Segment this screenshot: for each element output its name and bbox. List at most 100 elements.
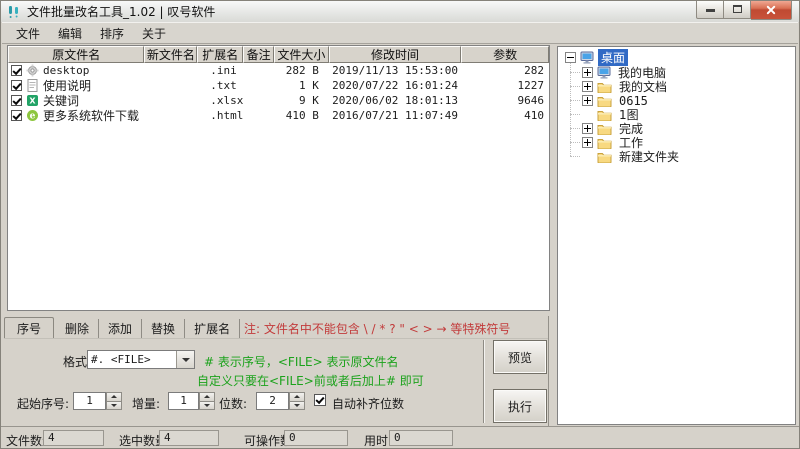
close-button[interactable] [751, 1, 792, 20]
text-file-icon [26, 79, 39, 92]
col-note[interactable]: 备注 [243, 46, 274, 63]
svg-text:e: e [30, 112, 36, 122]
folder-icon [597, 109, 612, 121]
spin-down-icon[interactable] [106, 402, 122, 411]
expand-icon[interactable] [582, 67, 593, 78]
col-modified[interactable]: 修改时间 [329, 46, 462, 63]
tab-xuhao[interactable]: 序号 [4, 317, 54, 339]
row-checkbox[interactable] [11, 80, 22, 91]
folder-tree: 桌面 我的电脑 我的文档 0 [557, 46, 796, 425]
digits-input[interactable]: 2 [256, 392, 289, 410]
folder-icon [597, 137, 612, 149]
tab-shanchu[interactable]: 删除 [56, 319, 99, 338]
row-checkbox[interactable] [11, 65, 22, 76]
increment-label: 增量: [132, 395, 160, 412]
panel-divider [483, 340, 484, 423]
table-row[interactable]: desktop .ini 282 B 2019/11/13 15:53:00 2… [8, 63, 549, 78]
app-icon [7, 5, 21, 19]
maximize-button[interactable] [724, 1, 751, 19]
spin-down-icon[interactable] [289, 402, 305, 411]
table-row[interactable]: X 关键词 .xlsx 9 K 2020/06/02 18:01:13 9646 [8, 93, 549, 108]
start-number-label: 起始序号: [17, 395, 69, 412]
menu-file[interactable]: 文件 [7, 23, 49, 44]
spin-up-icon[interactable] [106, 392, 122, 402]
param-cell: 282 [461, 64, 549, 77]
tree-item-new-folder[interactable]: 新建文件夹 [558, 149, 795, 164]
rename-tabs: 序号 删除 添加 替换 扩展名 [4, 316, 240, 338]
execute-button[interactable]: 执行 [493, 389, 547, 423]
tab-tihuan[interactable]: 替换 [142, 319, 185, 338]
svg-text:X: X [29, 97, 36, 106]
modified-cell: 2020/07/22 16:01:24 [329, 79, 461, 92]
panel-divider [4, 338, 548, 339]
dropdown-button[interactable] [176, 351, 194, 368]
start-number-stepper[interactable] [106, 392, 122, 410]
collapse-icon[interactable] [565, 52, 576, 63]
ext-cell: .xlsx [197, 94, 243, 107]
excel-file-icon: X [26, 94, 39, 107]
chevron-down-icon [182, 358, 190, 362]
table-row[interactable]: 使用说明 .txt 1 K 2020/07/22 16:01:24 1227 [8, 78, 549, 93]
format-dropdown[interactable]: #. <FILE> [87, 350, 195, 369]
increment-input[interactable]: 1 [168, 392, 199, 410]
ext-cell: .ini [197, 64, 243, 77]
ini-file-icon [26, 64, 39, 77]
autopad-checkbox[interactable] [314, 394, 326, 406]
selected-count-value: 4 [159, 430, 219, 446]
expand-icon[interactable] [582, 81, 593, 92]
expand-icon[interactable] [582, 137, 593, 148]
app-window: 文件批量改名工具_1.02 | 叹号软件 文件 编辑 排序 关于 原文件名 新文… [0, 0, 800, 449]
size-cell: 282 B [274, 64, 329, 77]
tree-item-1tu[interactable]: 1图 [558, 107, 795, 122]
col-param[interactable]: 参数 [461, 46, 549, 63]
window-title: 文件批量改名工具_1.02 | 叹号软件 [27, 3, 215, 20]
table-header: 原文件名 新文件名 扩展名 备注 文件大小 修改时间 参数 [8, 46, 549, 63]
digits-label: 位数: [219, 395, 247, 412]
modified-cell: 2016/07/21 11:07:49 [329, 109, 461, 122]
start-number-input[interactable]: 1 [73, 392, 106, 410]
spin-down-icon[interactable] [199, 402, 215, 411]
elapsed-value: 0 [389, 430, 453, 446]
param-cell: 9646 [461, 94, 549, 107]
tree-item-wancheng[interactable]: 完成 [558, 121, 795, 136]
table-row[interactable]: e 更多系统软件下载 .html 410 B 2016/07/21 11:07:… [8, 108, 549, 123]
increment-stepper[interactable] [199, 392, 215, 410]
tab-kuozhanming[interactable]: 扩展名 [185, 319, 240, 338]
expand-icon[interactable] [582, 123, 593, 134]
tab-tianjia[interactable]: 添加 [99, 319, 142, 338]
menu-edit[interactable]: 编辑 [49, 23, 91, 44]
tree-item-0615[interactable]: 0615 [558, 93, 795, 108]
menu-sort[interactable]: 排序 [91, 23, 133, 44]
folder-icon [597, 81, 612, 93]
col-extension[interactable]: 扩展名 [197, 46, 243, 63]
format-hint-1: # 表示序号，<FILE> 表示原文件名 [204, 353, 399, 370]
desktop-icon [580, 51, 594, 64]
menu-about[interactable]: 关于 [133, 23, 175, 44]
special-chars-note: 注: 文件名中不能包含 \ / * ? " < > → 等特殊符号 [244, 320, 510, 337]
expand-icon[interactable] [582, 95, 593, 106]
col-original-name[interactable]: 原文件名 [8, 46, 144, 63]
col-new-name[interactable]: 新文件名 [144, 46, 197, 63]
minimize-button[interactable] [696, 1, 724, 19]
spin-up-icon[interactable] [289, 392, 305, 402]
file-name: desktop [43, 64, 89, 77]
tree-item-my-computer[interactable]: 我的电脑 [558, 65, 795, 80]
size-cell: 9 K [274, 94, 329, 107]
preview-button[interactable]: 预览 [493, 340, 547, 374]
file-table: 原文件名 新文件名 扩展名 备注 文件大小 修改时间 参数 desktop .i… [7, 45, 550, 311]
ext-cell: .html [197, 109, 243, 122]
format-value: #. <FILE> [88, 351, 176, 368]
row-checkbox[interactable] [11, 110, 22, 121]
spin-up-icon[interactable] [199, 392, 215, 402]
size-cell: 410 B [274, 109, 329, 122]
operable-count-value: 0 [284, 430, 348, 446]
col-size[interactable]: 文件大小 [274, 46, 329, 63]
digits-stepper[interactable] [289, 392, 305, 410]
tree-item-desktop[interactable]: 桌面 [558, 50, 795, 65]
format-hint-2: 自定义只要在<FILE>前或者后加上# 即可 [197, 372, 424, 389]
modified-cell: 2019/11/13 15:53:00 [329, 64, 461, 77]
tree-item-my-documents[interactable]: 我的文档 [558, 79, 795, 94]
menu-bar: 文件 编辑 排序 关于 [2, 22, 798, 44]
param-cell: 1227 [461, 79, 549, 92]
row-checkbox[interactable] [11, 95, 22, 106]
